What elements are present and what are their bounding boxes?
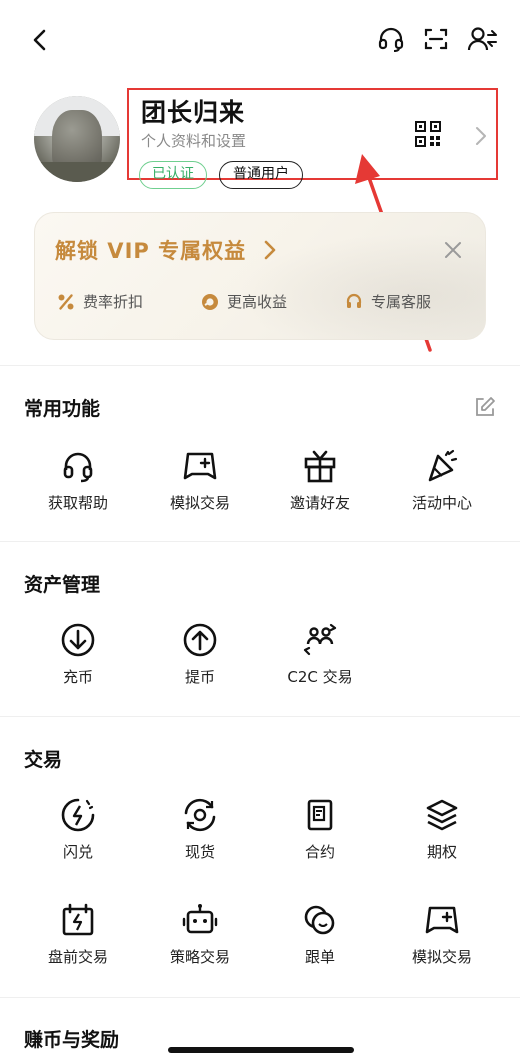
headset-icon[interactable]	[376, 24, 406, 54]
grid-item-deposit[interactable]: 充币	[18, 620, 138, 687]
vip-item-label: 费率折扣	[83, 293, 144, 311]
grid-item-strategy[interactable]: 策略交易	[140, 900, 260, 967]
verified-badge: 已认证	[139, 161, 207, 189]
grid-item-help[interactable]: 获取帮助	[18, 446, 138, 513]
grid-item-contract[interactable]: 合约	[260, 795, 380, 862]
edit-icon[interactable]	[474, 396, 496, 418]
grid-item-pre-market[interactable]: 盘前交易	[18, 900, 138, 967]
section-title-common: 常用功能	[24, 398, 101, 420]
section-title-earn: 赚币与奖励	[24, 1029, 120, 1051]
avatar[interactable]	[34, 96, 120, 182]
c2c-icon	[300, 620, 340, 660]
vip-item-higher-yield: 更高收益	[201, 291, 287, 312]
gift-icon	[300, 446, 340, 486]
grid-item-spot[interactable]: 现货	[140, 795, 260, 862]
layers-icon	[422, 795, 462, 835]
section-title-trade: 交易	[24, 749, 63, 771]
spot-icon	[180, 795, 220, 835]
profile-name[interactable]: 团长归来	[141, 93, 245, 129]
grid-item-invite[interactable]: 邀请好友	[260, 446, 380, 513]
vip-title[interactable]: 解锁 VIP 专属权益	[55, 235, 246, 265]
flash-convert-icon	[58, 795, 98, 835]
qr-code-icon[interactable]	[415, 121, 441, 147]
vip-item-fee-discount: 费率折扣	[57, 291, 143, 312]
section-title-assets: 资产管理	[24, 574, 101, 596]
gamepad-icon	[180, 446, 220, 486]
withdraw-icon	[180, 620, 220, 660]
vip-card[interactable]: 解锁 VIP 专属权益 费率折扣 更高收益 专属客服	[34, 212, 486, 340]
user-level-badge: 普通用户	[219, 161, 303, 189]
percent-icon	[57, 293, 75, 311]
section-divider	[0, 541, 520, 542]
grid-item-flash-convert[interactable]: 闪兑	[18, 795, 138, 862]
grid-item-label: 提币	[184, 668, 215, 686]
scan-icon[interactable]	[422, 25, 450, 53]
grid-item-copy-trade[interactable]: 跟单	[260, 900, 380, 967]
grid-item-label: 充币	[62, 668, 93, 686]
grid-item-options[interactable]: 期权	[382, 795, 502, 862]
grid-item-c2c[interactable]: C2C 交易	[260, 620, 380, 687]
vip-item-label: 专属客服	[371, 293, 432, 311]
robot-icon	[180, 900, 220, 940]
grid-item-label: 模拟交易	[411, 948, 472, 966]
chevron-right-icon	[263, 240, 277, 260]
grid-item-label: 模拟交易	[169, 494, 230, 512]
grid-item-label: C2C 交易	[287, 668, 353, 686]
vip-item-label: 更高收益	[227, 293, 288, 311]
grid-item-label: 期权	[426, 843, 457, 861]
chevron-right-icon[interactable]	[474, 126, 488, 146]
coin-icon	[201, 293, 219, 311]
grid-item-label: 闪兑	[62, 843, 93, 861]
home-indicator[interactable]	[168, 1047, 354, 1053]
grid-item-withdraw[interactable]: 提币	[140, 620, 260, 687]
party-popper-icon	[422, 446, 462, 486]
contract-icon	[300, 795, 340, 835]
section-divider	[0, 716, 520, 717]
support-icon	[345, 293, 363, 311]
copy-trade-icon	[300, 900, 340, 940]
close-icon[interactable]	[443, 240, 463, 260]
grid-item-demo-trading[interactable]: 模拟交易	[140, 446, 260, 513]
pre-market-icon	[58, 900, 98, 940]
gamepad-icon	[422, 900, 462, 940]
grid-item-label: 获取帮助	[47, 494, 108, 512]
grid-item-label: 合约	[304, 843, 335, 861]
section-divider	[0, 365, 520, 366]
profile-subtitle[interactable]: 个人资料和设置	[141, 130, 246, 151]
top-bar	[0, 0, 520, 80]
grid-item-label: 跟单	[304, 948, 335, 966]
grid-item-activity-center[interactable]: 活动中心	[382, 446, 502, 513]
grid-item-label: 现货	[184, 843, 215, 861]
headset-icon	[58, 446, 98, 486]
account-switch-icon[interactable]	[466, 24, 498, 54]
grid-item-demo-trading-2[interactable]: 模拟交易	[382, 900, 502, 967]
grid-item-label: 邀请好友	[289, 494, 350, 512]
grid-item-label: 活动中心	[411, 494, 472, 512]
deposit-icon	[58, 620, 98, 660]
section-divider	[0, 997, 520, 998]
vip-item-exclusive-support: 专属客服	[345, 291, 431, 312]
grid-item-label: 策略交易	[169, 948, 230, 966]
grid-item-label: 盘前交易	[47, 948, 108, 966]
back-chevron-icon[interactable]	[26, 26, 54, 54]
